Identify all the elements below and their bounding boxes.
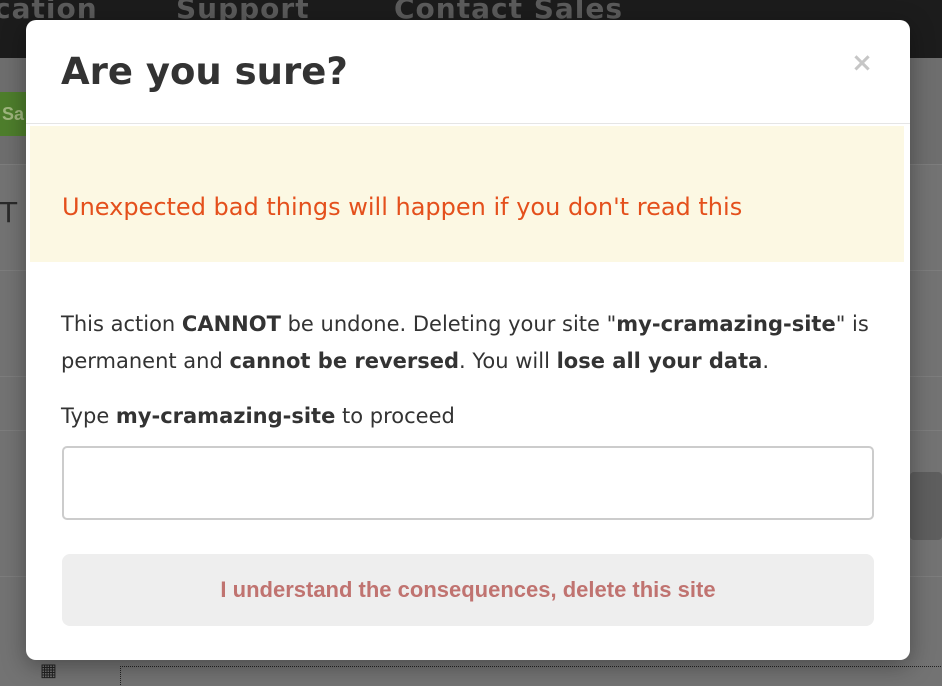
cannot-reversed-emphasis: cannot be reversed <box>229 349 460 373</box>
site-name: my-cramazing-site <box>616 312 836 336</box>
background-button <box>910 472 942 540</box>
modal-title: Are you sure? <box>61 50 348 93</box>
background-heading: T <box>0 196 18 229</box>
lose-data-emphasis: lose all your data <box>556 349 763 373</box>
warning-banner: Unexpected bad things will happen if you… <box>30 126 904 262</box>
confirm-delete-modal: Are you sure? × Unexpected bad things wi… <box>26 20 910 660</box>
delete-description: This action CANNOT be undone. Deleting y… <box>61 312 869 373</box>
warning-text: Unexpected bad things will happen if you… <box>62 193 743 221</box>
modal-header: Are you sure? × <box>26 20 910 124</box>
delete-site-button[interactable]: I understand the consequences, delete th… <box>62 554 874 626</box>
background-logo-icon: ▦ <box>40 660 58 681</box>
confirm-site-name: my-cramazing-site <box>115 404 336 428</box>
close-icon[interactable]: × <box>846 46 878 80</box>
background-dotted-box <box>120 666 942 686</box>
cannot-emphasis: CANNOT <box>181 312 281 336</box>
confirm-label: Type my-cramazing-site to proceed <box>61 404 455 428</box>
site-name-confirm-input[interactable] <box>62 446 874 520</box>
